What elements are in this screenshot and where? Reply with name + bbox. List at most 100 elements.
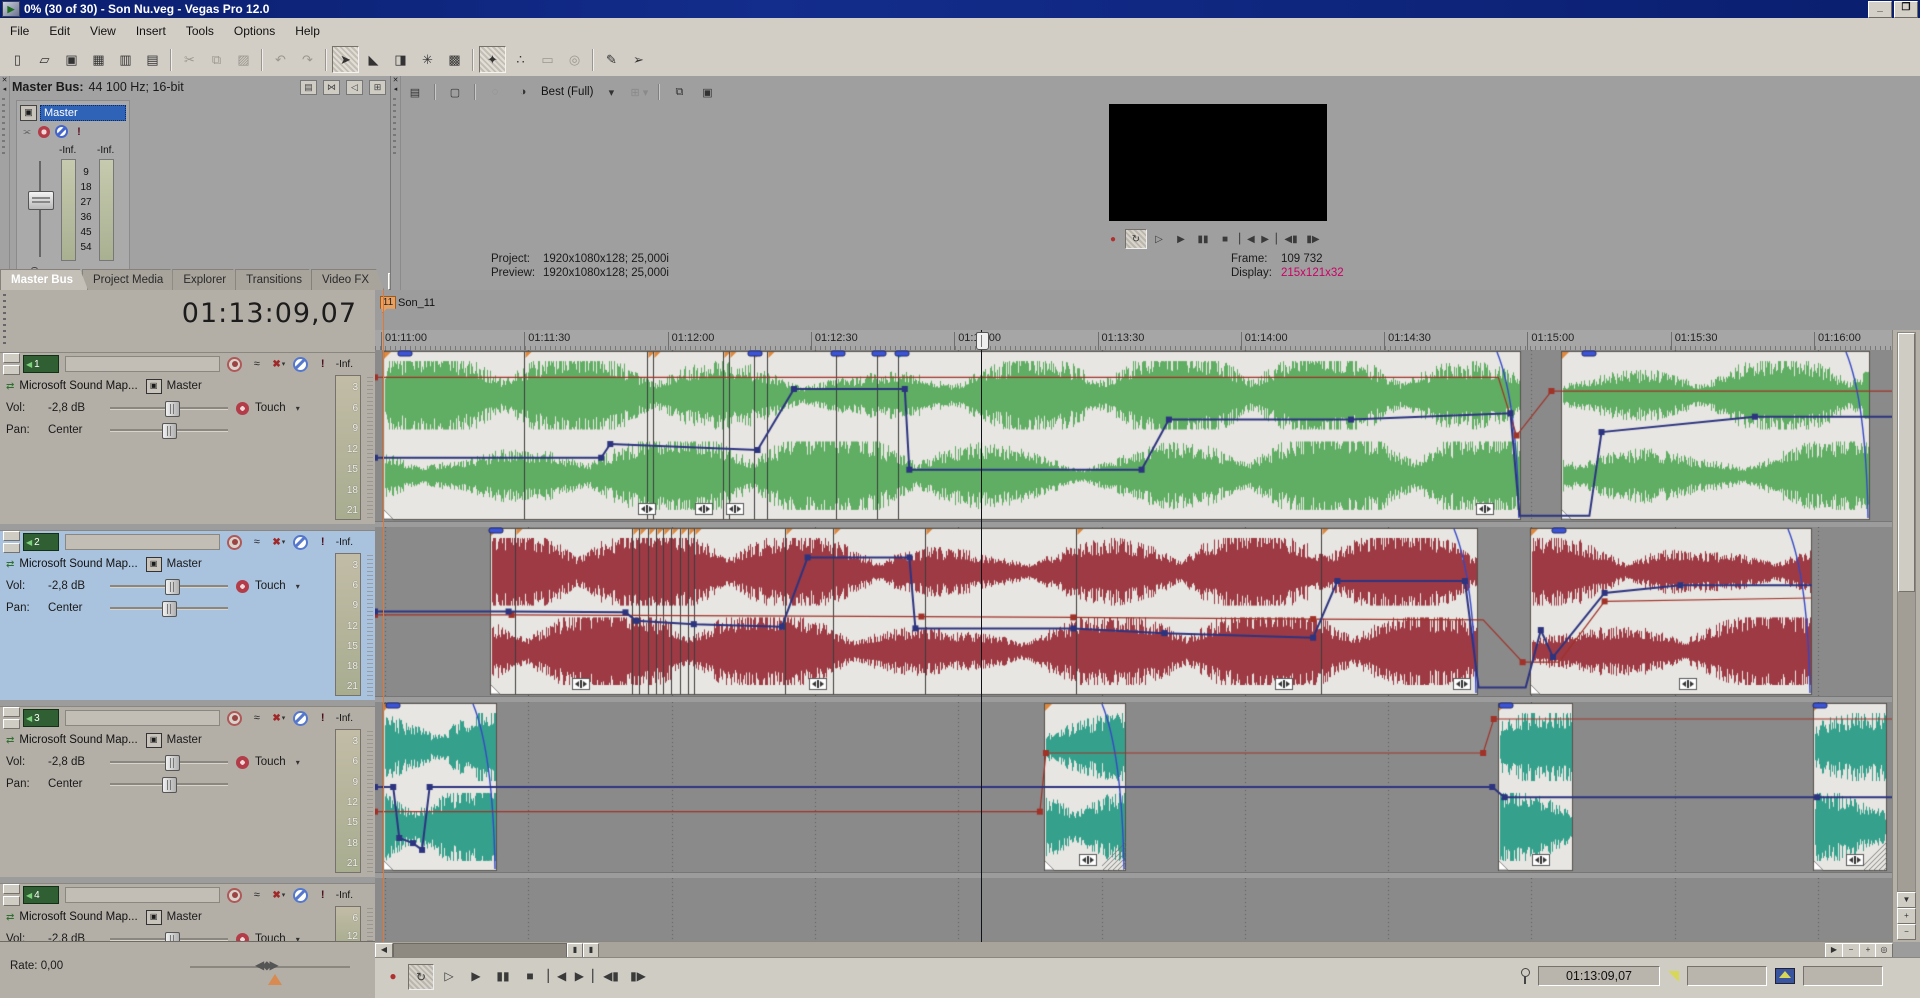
go-to-start-button[interactable]: ▏◀ [545, 964, 569, 988]
dim-output-icon[interactable]: ◁ [346, 80, 363, 95]
tab-video-fx[interactable]: Video FX [311, 269, 384, 290]
track-number-badge[interactable]: ◀2 [23, 533, 59, 551]
track-grip[interactable] [367, 731, 373, 873]
downmix-icon[interactable]: ⋈ [323, 80, 340, 95]
cursor-position-field[interactable]: 01:13:09,07 [1538, 966, 1660, 986]
track-4-lane[interactable] [375, 878, 1893, 945]
track-name-field[interactable] [65, 356, 220, 372]
bus-fx-icon[interactable]: ⫘ [21, 126, 33, 138]
scroll-down-icon[interactable]: ▼ [1897, 892, 1916, 908]
previous-frame-button[interactable]: ◀▮ [599, 964, 623, 988]
volume-value[interactable]: -2,8 dB [48, 756, 110, 768]
automation-gear-icon[interactable] [236, 580, 249, 593]
video-preview-screen[interactable] [1109, 104, 1327, 221]
zoom-out-track-icon[interactable]: − [1897, 924, 1916, 940]
pen-tool-button[interactable]: ✎ [599, 47, 624, 72]
zoom-edit-tool-button[interactable]: ◎ [562, 47, 587, 72]
track-envelope-button[interactable]: ≈ [248, 356, 266, 372]
selection-start-field[interactable] [1687, 966, 1767, 986]
menu-edit[interactable]: Edit [39, 21, 80, 41]
render-as-button[interactable]: ▦ [86, 47, 111, 72]
track-number-badge[interactable]: ◀4 [23, 886, 59, 904]
undock-icon[interactable] [391, 85, 400, 94]
import-media-button[interactable]: ▥ [113, 47, 138, 72]
mute-button[interactable]: ✖▾ [270, 356, 288, 372]
stop-button[interactable]: ■ [1215, 230, 1235, 248]
minimize-button[interactable]: _ [1868, 1, 1892, 18]
preview-quality-dropdown[interactable]: ▾ [599, 83, 623, 101]
menu-file[interactable]: File [0, 21, 39, 41]
envelope-edit-tool-button[interactable]: ◣ [361, 47, 386, 72]
cursor-pin-icon[interactable] [1519, 968, 1530, 984]
volume-value[interactable]: -2,8 dB [48, 580, 110, 592]
pan-value[interactable]: Center [48, 602, 110, 614]
zoom-tool-icon[interactable]: ◎ [1875, 943, 1893, 958]
track-3-header[interactable]: ◀3 ≈ ✖▾ ! -Inf. ⇄ Microsoft Sound Map...… [0, 706, 375, 877]
solo-button[interactable] [292, 356, 310, 372]
automation-mode[interactable]: Touch [255, 580, 286, 592]
video-overlay-button[interactable]: ◌ [483, 83, 507, 101]
phase-invert-button[interactable]: ! [314, 534, 332, 550]
record-button[interactable]: ● [381, 964, 405, 988]
bus-name-field[interactable]: Master [40, 105, 126, 121]
preview-quality-label[interactable]: Best (Full) [541, 86, 593, 98]
video-output-properties-button[interactable]: ▤ [403, 83, 427, 101]
track-name-field[interactable] [65, 710, 220, 726]
phase-invert-button[interactable]: ! [314, 710, 332, 726]
vertical-scrollbar[interactable]: ▼ + − [1892, 330, 1920, 942]
bus-assign-button[interactable]: ▣ [146, 910, 162, 925]
new-project-button[interactable]: ▯ [5, 47, 30, 72]
go-to-start-button[interactable]: ▏◀ [1237, 230, 1257, 248]
undo-button[interactable]: ↶ [268, 47, 293, 72]
record-button[interactable]: ● [1103, 230, 1123, 248]
device-name[interactable]: Microsoft Sound Map... [19, 911, 137, 923]
hscroll-grip-left[interactable]: ▮ [567, 943, 583, 958]
meter-left[interactable] [61, 159, 76, 261]
solo-button[interactable] [292, 710, 310, 726]
volume-slider[interactable] [110, 401, 228, 415]
bus-assign-button[interactable]: ▣ [146, 379, 162, 394]
device-name[interactable]: Microsoft Sound Map... [19, 734, 137, 746]
automation-mode[interactable]: Touch [255, 402, 286, 414]
pan-slider[interactable] [110, 777, 228, 791]
track-restore-button[interactable] [3, 896, 20, 906]
copy-button[interactable]: ⧉ [204, 47, 229, 72]
phase-invert-button[interactable]: ! [314, 887, 332, 903]
solo-button[interactable] [292, 534, 310, 550]
track-2-header[interactable]: ◀2 ≈ ✖▾ ! -Inf. ⇄ Microsoft Sound Map...… [0, 530, 375, 700]
record-arm-button[interactable] [226, 710, 244, 726]
track-envelope-button[interactable]: ≈ [248, 534, 266, 550]
pane-grip[interactable] [2, 98, 5, 158]
pan-value[interactable]: Center [48, 778, 110, 790]
track-envelope-button[interactable]: ≈ [248, 887, 266, 903]
cursor-time-display[interactable]: 01:13:09,07 [0, 298, 357, 338]
time-ruler[interactable]: 01:11:0001:11:3001:12:0001:12:3001:13:00… [375, 330, 1893, 351]
menu-tools[interactable]: Tools [176, 21, 224, 41]
normal-edit-tool-button[interactable]: ➤ [332, 46, 359, 73]
track-number-badge[interactable]: ◀3 [23, 709, 59, 727]
record-arm-button[interactable] [226, 887, 244, 903]
marker-strip[interactable]: 11 Son_11 [375, 290, 1893, 330]
bus-icon[interactable]: ▣ [20, 105, 37, 121]
horizontal-scrollbar[interactable]: ◀ ▮ ▮ ▶ − + ◎ [375, 941, 1893, 958]
phase-invert-button[interactable]: ! [314, 356, 332, 372]
track-minimize-button[interactable] [3, 707, 20, 717]
chevron-down-icon[interactable]: ▾ [296, 404, 300, 413]
hscroll-thumb[interactable] [393, 943, 567, 958]
solo-button[interactable] [292, 887, 310, 903]
track-grip[interactable] [367, 377, 373, 520]
close-icon[interactable] [0, 76, 9, 85]
close-icon[interactable] [391, 76, 400, 85]
chevron-down-icon[interactable]: ▾ [296, 758, 300, 767]
bus-name[interactable]: Master [167, 734, 202, 746]
next-frame-button[interactable]: ▮▶ [1303, 230, 1323, 248]
master-fader-handle[interactable] [28, 191, 54, 210]
multi-tool-button[interactable]: ✳ [415, 47, 440, 72]
play-button[interactable]: ▶ [1171, 230, 1191, 248]
track-minimize-button[interactable] [3, 884, 20, 894]
shuttle-handle[interactable]: ◀◆▶ [255, 958, 277, 972]
meter-right[interactable] [99, 159, 114, 261]
next-frame-button[interactable]: ▮▶ [626, 964, 650, 988]
marker-11-label[interactable]: Son_11 [398, 297, 435, 309]
device-name[interactable]: Microsoft Sound Map... [19, 380, 137, 392]
